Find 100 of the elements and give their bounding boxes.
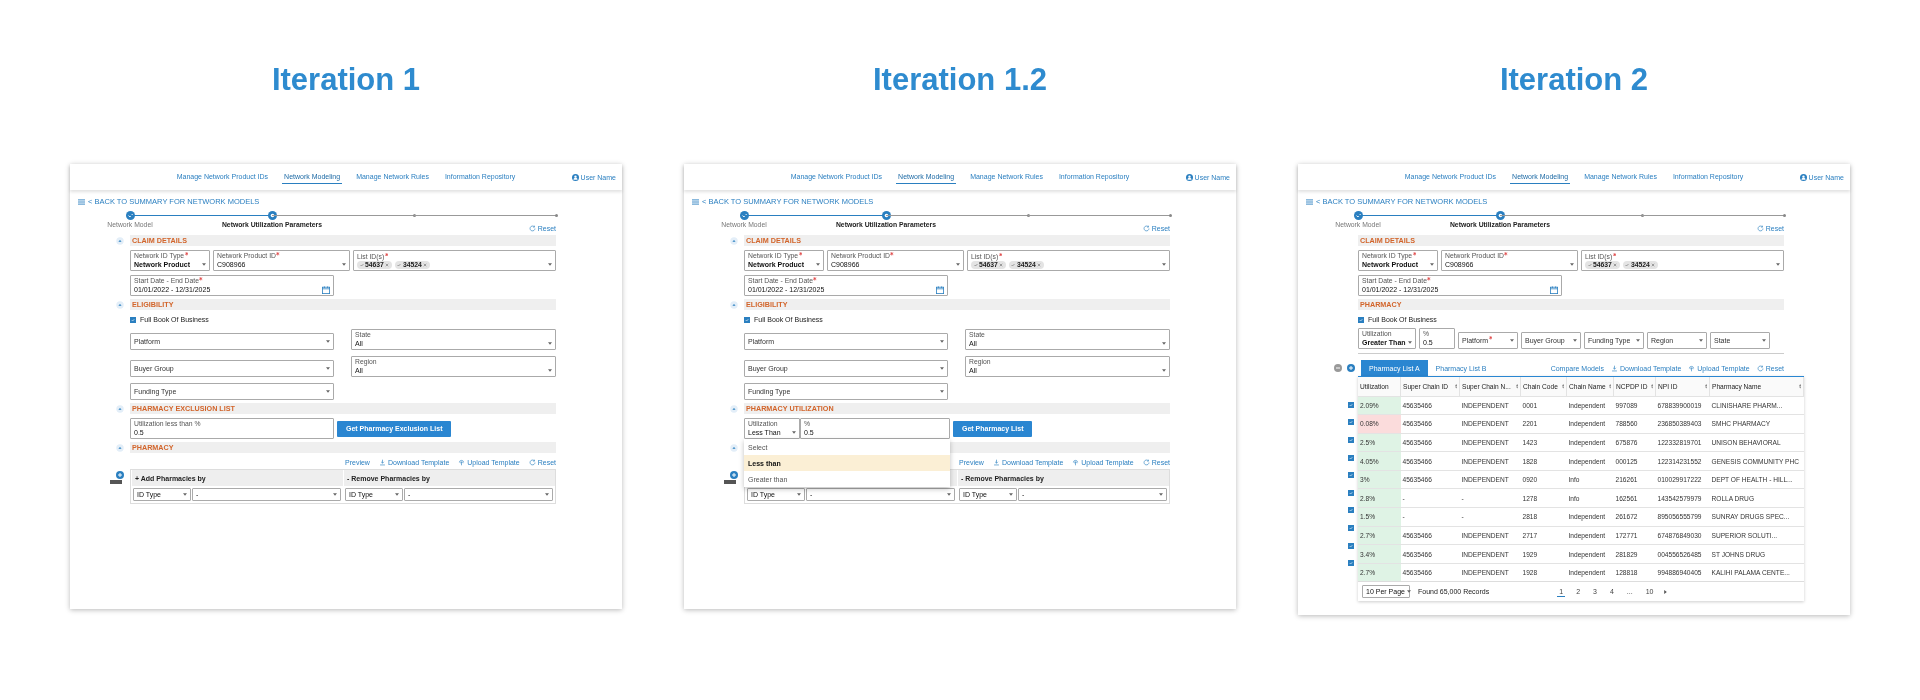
tooltip: [110, 480, 122, 484]
caret-icon: [548, 342, 552, 345]
sort-icon[interactable]: [1704, 384, 1707, 389]
download-icon: [992, 459, 1000, 466]
caret-icon: [1162, 263, 1166, 266]
check-icon: [1625, 262, 1630, 267]
caret-icon: [326, 340, 330, 343]
sort-icon[interactable]: [1608, 384, 1611, 389]
user-icon: [571, 173, 579, 181]
tooltip: [724, 480, 736, 484]
collapse-icon[interactable]: [116, 300, 124, 309]
user-icon: [1185, 173, 1193, 181]
collapse-icon[interactable]: [116, 236, 124, 245]
collapse-icon[interactable]: [730, 404, 738, 413]
check-icon: [359, 262, 364, 267]
asterisk-icon: [798, 252, 803, 256]
checkbox[interactable]: [1348, 419, 1354, 426]
checkbox[interactable]: [1348, 542, 1354, 549]
caret-icon: [947, 493, 951, 496]
download-icon: [1610, 365, 1618, 372]
checkbox[interactable]: [1348, 507, 1354, 514]
sort-icon[interactable]: [1561, 384, 1564, 389]
caret-icon: [816, 263, 820, 266]
upload-icon: [1072, 459, 1080, 466]
next-page-icon[interactable]: [1664, 589, 1668, 594]
checkbox[interactable]: [1348, 454, 1354, 461]
list-icon: [78, 198, 85, 205]
iteration-title: Iteration 2: [1499, 61, 1649, 99]
caret-icon: [940, 367, 944, 370]
checkbox[interactable]: [130, 316, 136, 323]
sort-icon[interactable]: [1798, 384, 1801, 389]
iteration-title: Iteration 1: [271, 61, 421, 99]
asterisk-icon: [199, 277, 203, 281]
asterisk-icon: [1504, 252, 1508, 256]
close-icon[interactable]: [423, 262, 428, 267]
close-icon[interactable]: [1651, 262, 1656, 267]
caret-icon: [1162, 369, 1166, 372]
checkbox[interactable]: [1358, 316, 1364, 323]
close-icon[interactable]: [1613, 262, 1618, 267]
checkbox[interactable]: [1348, 524, 1354, 531]
caret-icon: [1570, 263, 1574, 266]
checkbox[interactable]: [1348, 401, 1354, 408]
close-icon[interactable]: [999, 262, 1004, 267]
download-icon: [378, 459, 386, 466]
caret-icon: [797, 493, 801, 496]
close-icon[interactable]: [385, 262, 390, 267]
asterisk-icon: [184, 252, 189, 256]
caret-icon: [792, 431, 796, 434]
collapse-icon[interactable]: [730, 236, 738, 245]
collapse-icon[interactable]: [730, 443, 738, 452]
caret-icon: [326, 390, 330, 393]
calendar-icon[interactable]: [936, 285, 944, 294]
plus-icon[interactable]: [1347, 364, 1355, 372]
upload-icon: [1688, 365, 1696, 372]
sort-icon[interactable]: [1650, 384, 1653, 389]
caret-icon: [1162, 342, 1166, 345]
checkbox[interactable]: [744, 316, 750, 323]
check-icon: [973, 262, 978, 267]
sort-icon[interactable]: [1515, 384, 1518, 389]
asterisk-icon: [813, 277, 817, 281]
caret-icon: [1159, 493, 1163, 496]
caret-icon: [333, 493, 337, 496]
caret-icon: [548, 263, 552, 266]
caret-icon: [1408, 341, 1412, 344]
checkbox[interactable]: [1348, 489, 1354, 496]
user-icon: [1799, 173, 1807, 181]
refresh-icon: [528, 225, 536, 232]
caret-icon: [545, 493, 549, 496]
refresh-icon: [1142, 459, 1150, 466]
caret-icon: [395, 493, 399, 496]
caret-icon: [326, 367, 330, 370]
sort-icon[interactable]: [1454, 384, 1457, 389]
caret-icon: [548, 369, 552, 372]
caret-icon: [1762, 339, 1766, 342]
collapse-icon[interactable]: [730, 300, 738, 309]
check-icon: [397, 262, 402, 267]
calendar-icon[interactable]: [1550, 285, 1558, 294]
caret-icon: [1699, 339, 1703, 342]
caret-icon: [202, 263, 206, 266]
plus-icon[interactable]: [116, 471, 124, 479]
plus-icon[interactable]: [730, 471, 738, 479]
caret-icon: [1573, 339, 1577, 342]
calendar-icon[interactable]: [322, 285, 330, 294]
caret-icon: [342, 263, 346, 266]
check-icon: [1587, 262, 1592, 267]
checkbox[interactable]: [1348, 472, 1354, 479]
asterisk-icon: [276, 252, 280, 256]
checkbox[interactable]: [1348, 560, 1354, 567]
collapse-icon[interactable]: [116, 443, 124, 452]
caret-icon: [940, 340, 944, 343]
list-icon: [692, 198, 699, 205]
checkbox[interactable]: [1348, 437, 1354, 443]
check-icon: [1011, 262, 1016, 267]
caret-icon: [183, 493, 187, 496]
caret-icon: [1009, 493, 1013, 496]
collapse-icon[interactable]: [116, 404, 124, 413]
asterisk-icon: [998, 252, 1003, 256]
minus-icon[interactable]: [1334, 364, 1342, 372]
caret-icon: [1406, 590, 1411, 594]
close-icon[interactable]: [1037, 262, 1042, 267]
